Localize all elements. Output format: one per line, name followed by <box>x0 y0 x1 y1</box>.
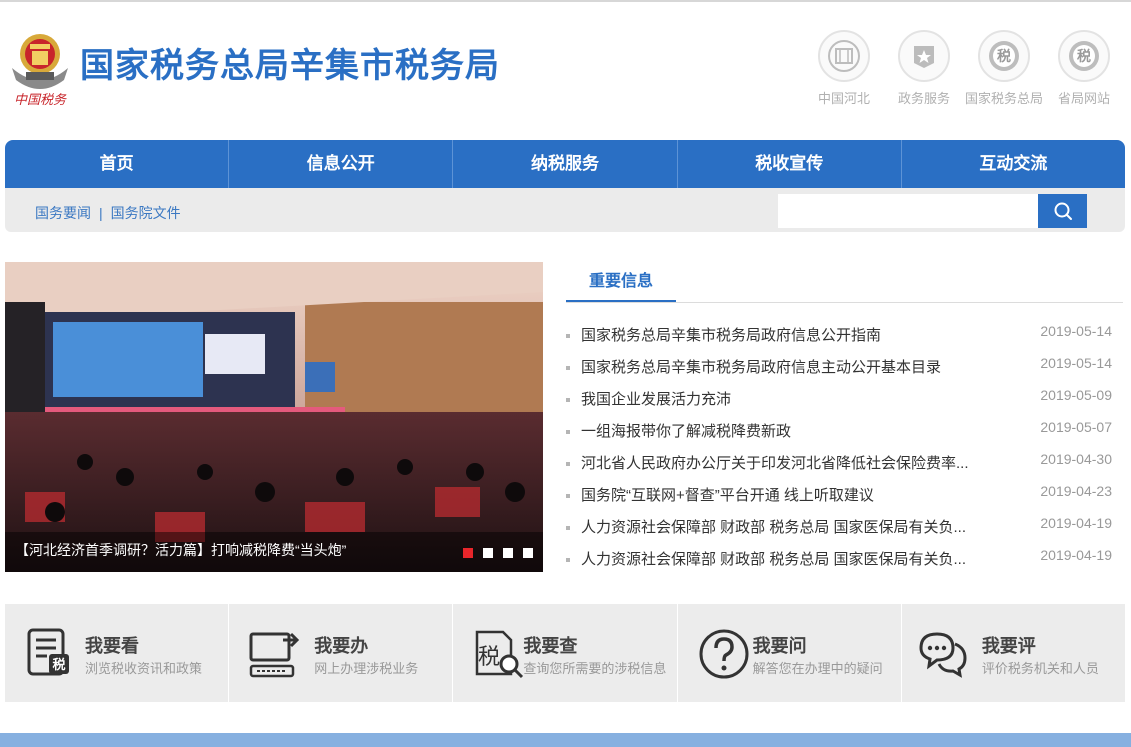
banner-photo <box>5 262 543 572</box>
bullet-icon <box>566 398 570 402</box>
top-divider <box>0 0 1131 2</box>
news-title[interactable]: 人力资源社会保障部 财政部 税务总局 国家医保局有关负... <box>581 544 976 576</box>
computer-arrow-icon <box>249 632 300 678</box>
service-evaluate[interactable]: 我要评 评价税务机关和人员 <box>902 604 1125 702</box>
service-desc: 网上办理涉税业务 <box>314 661 419 676</box>
bullet-icon <box>566 366 570 370</box>
news-title[interactable]: 我国企业发展活力充沛 <box>581 384 976 416</box>
quick-link-gov-service[interactable]: 政务服务 <box>879 30 969 107</box>
logo-text: 中国税务 <box>14 93 67 108</box>
news-date: 2019-05-09 <box>1040 387 1112 403</box>
list-item[interactable]: 人力资源社会保障部 财政部 税务总局 国家医保局有关负... 2019-04-19 <box>566 544 1116 576</box>
sub-link-separator: | <box>99 205 103 221</box>
quick-link-label: 政务服务 <box>897 91 950 106</box>
quick-link-sat[interactable]: 税 国家税务总局 <box>959 30 1049 107</box>
service-title: 我要查 <box>523 636 578 656</box>
news-title[interactable]: 人力资源社会保障部 财政部 税务总局 国家医保局有关负... <box>581 512 976 544</box>
service-desc: 浏览税收资讯和政策 <box>85 661 203 676</box>
service-bar: 税 我要看 浏览税收资讯和政策 我要办 网上办理涉税业务 税 我要查 查询您所需… <box>5 604 1125 702</box>
search-icon <box>1054 202 1072 220</box>
svg-text:税: 税 <box>478 645 500 670</box>
news-title[interactable]: 河北省人民政府办公厅关于印发河北省降低社会保险费率... <box>581 448 976 480</box>
service-view[interactable]: 税 我要看 浏览税收资讯和政策 <box>5 604 230 702</box>
list-item[interactable]: 一组海报带你了解减税降费新政 2019-05-07 <box>566 416 1116 448</box>
news-title[interactable]: 国家税务总局辛集市税务局政府信息主动公开基本目录 <box>581 352 976 384</box>
quick-link-label: 中国河北 <box>817 91 870 106</box>
banner-dot-1[interactable] <box>463 548 473 558</box>
quick-link-label: 国家税务总局 <box>964 91 1043 106</box>
site-title: 国家税务总局辛集市税务局 <box>80 47 500 85</box>
quick-link-provincial[interactable]: 税 省局网站 <box>1039 30 1129 107</box>
news-divider <box>566 302 1123 303</box>
service-title: 我要评 <box>981 636 1036 656</box>
svg-text:税: 税 <box>1077 48 1091 65</box>
service-query[interactable]: 税 我要查 查询您所需要的涉税信息 <box>453 604 678 702</box>
nav-item-info-disclosure[interactable]: 信息公开 <box>229 140 454 188</box>
search-input[interactable] <box>778 194 1038 228</box>
star-icon <box>914 46 934 68</box>
svg-text:税: 税 <box>997 48 1011 65</box>
news-date: 2019-05-14 <box>1040 323 1112 339</box>
service-ask[interactable]: 我要问 解答您在办理中的疑问 <box>678 604 902 702</box>
banner-dot-4[interactable] <box>523 548 533 558</box>
news-list: 国家税务总局辛集市税务局政府信息公开指南 2019-05-14 国家税务总局辛集市… <box>566 320 1116 576</box>
news-title[interactable]: 国家税务总局辛集市税务局政府信息公开指南 <box>581 320 976 352</box>
service-desc: 解答您在办理中的疑问 <box>752 661 883 676</box>
question-icon <box>699 629 749 679</box>
banner-caption[interactable]: 【河北经济首季调研？活力篇】打响减税降费“当头炮” <box>15 540 346 560</box>
service-desc: 查询您所需要的涉税信息 <box>523 661 667 676</box>
bullet-icon <box>566 334 570 338</box>
sub-link-state-docs[interactable]: 国务院文件 <box>111 205 181 221</box>
news-date: 2019-04-19 <box>1040 547 1112 563</box>
bullet-icon <box>566 462 570 466</box>
tab-important-info[interactable]: 重要信息 <box>566 262 676 303</box>
tax-emblem-logo[interactable]: 中国税务 <box>8 28 72 108</box>
quick-link-hebei[interactable]: 中国河北 <box>799 30 889 107</box>
bullet-icon <box>566 430 570 434</box>
nav-item-tax-service[interactable]: 纳税服务 <box>453 140 678 188</box>
banner-dot-3[interactable] <box>503 548 513 558</box>
tax-badge-icon: 税 <box>989 41 1019 71</box>
svg-text:税: 税 <box>52 657 65 673</box>
news-date: 2019-04-19 <box>1040 515 1112 531</box>
news-title[interactable]: 一组海报带你了解减税降费新政 <box>581 416 976 448</box>
service-title: 我要办 <box>314 636 369 656</box>
chat-bubbles-icon <box>919 632 967 678</box>
banner-dot-2[interactable] <box>483 548 493 558</box>
news-date: 2019-05-07 <box>1040 419 1112 435</box>
tax-badge-icon: 税 <box>1069 41 1099 71</box>
service-title: 我要问 <box>752 636 807 656</box>
service-do[interactable]: 我要办 网上办理涉税业务 <box>229 604 454 702</box>
sub-bar: 国务要闻 | 国务院文件 <box>5 188 1125 232</box>
list-item[interactable]: 我国企业发展活力充沛 2019-05-09 <box>566 384 1116 416</box>
news-date: 2019-04-30 <box>1040 451 1112 467</box>
nav-item-home[interactable]: 首页 <box>5 140 230 188</box>
nav-item-interaction[interactable]: 互动交流 <box>902 140 1125 188</box>
list-item[interactable]: 国家税务总局辛集市税务局政府信息公开指南 2019-05-14 <box>566 320 1116 352</box>
service-title: 我要看 <box>85 636 139 656</box>
list-item[interactable]: 人力资源社会保障部 财政部 税务总局 国家医保局有关负... 2019-04-19 <box>566 512 1116 544</box>
nav-item-tax-publicity[interactable]: 税收宣传 <box>678 140 902 188</box>
banner-dots <box>463 548 533 558</box>
tax-search-icon: 税 <box>476 630 524 679</box>
list-item[interactable]: 国家税务总局辛集市税务局政府信息主动公开基本目录 2019-05-14 <box>566 352 1116 384</box>
list-item[interactable]: 河北省人民政府办公厅关于印发河北省降低社会保险费率... 2019-04-30 <box>566 448 1116 480</box>
service-desc: 评价税务机关和人员 <box>981 661 1099 676</box>
news-banner[interactable]: 【河北经济首季调研？活力篇】打响减税降费“当头炮” <box>5 262 543 572</box>
news-title[interactable]: 国务院“互联网+督查”平台开通 线上听取建议 <box>581 480 976 512</box>
quick-link-label: 省局网站 <box>1057 91 1110 106</box>
news-date: 2019-05-14 <box>1040 355 1112 371</box>
bullet-icon <box>566 494 570 498</box>
news-date: 2019-04-23 <box>1040 483 1112 499</box>
main-nav: 首页 信息公开 纳税服务 税收宣传 互动交流 <box>5 140 1125 188</box>
sub-links: 国务要闻 | 国务院文件 <box>35 203 181 223</box>
document-tax-icon: 税 <box>27 628 69 676</box>
bullet-icon <box>566 526 570 530</box>
bullet-icon <box>566 558 570 562</box>
sub-link-state-news[interactable]: 国务要闻 <box>35 205 91 221</box>
hebei-emblem-icon <box>828 40 860 72</box>
footer-bar <box>0 733 1131 747</box>
search-button[interactable] <box>1038 194 1087 228</box>
list-item[interactable]: 国务院“互联网+督查”平台开通 线上听取建议 2019-04-23 <box>566 480 1116 512</box>
